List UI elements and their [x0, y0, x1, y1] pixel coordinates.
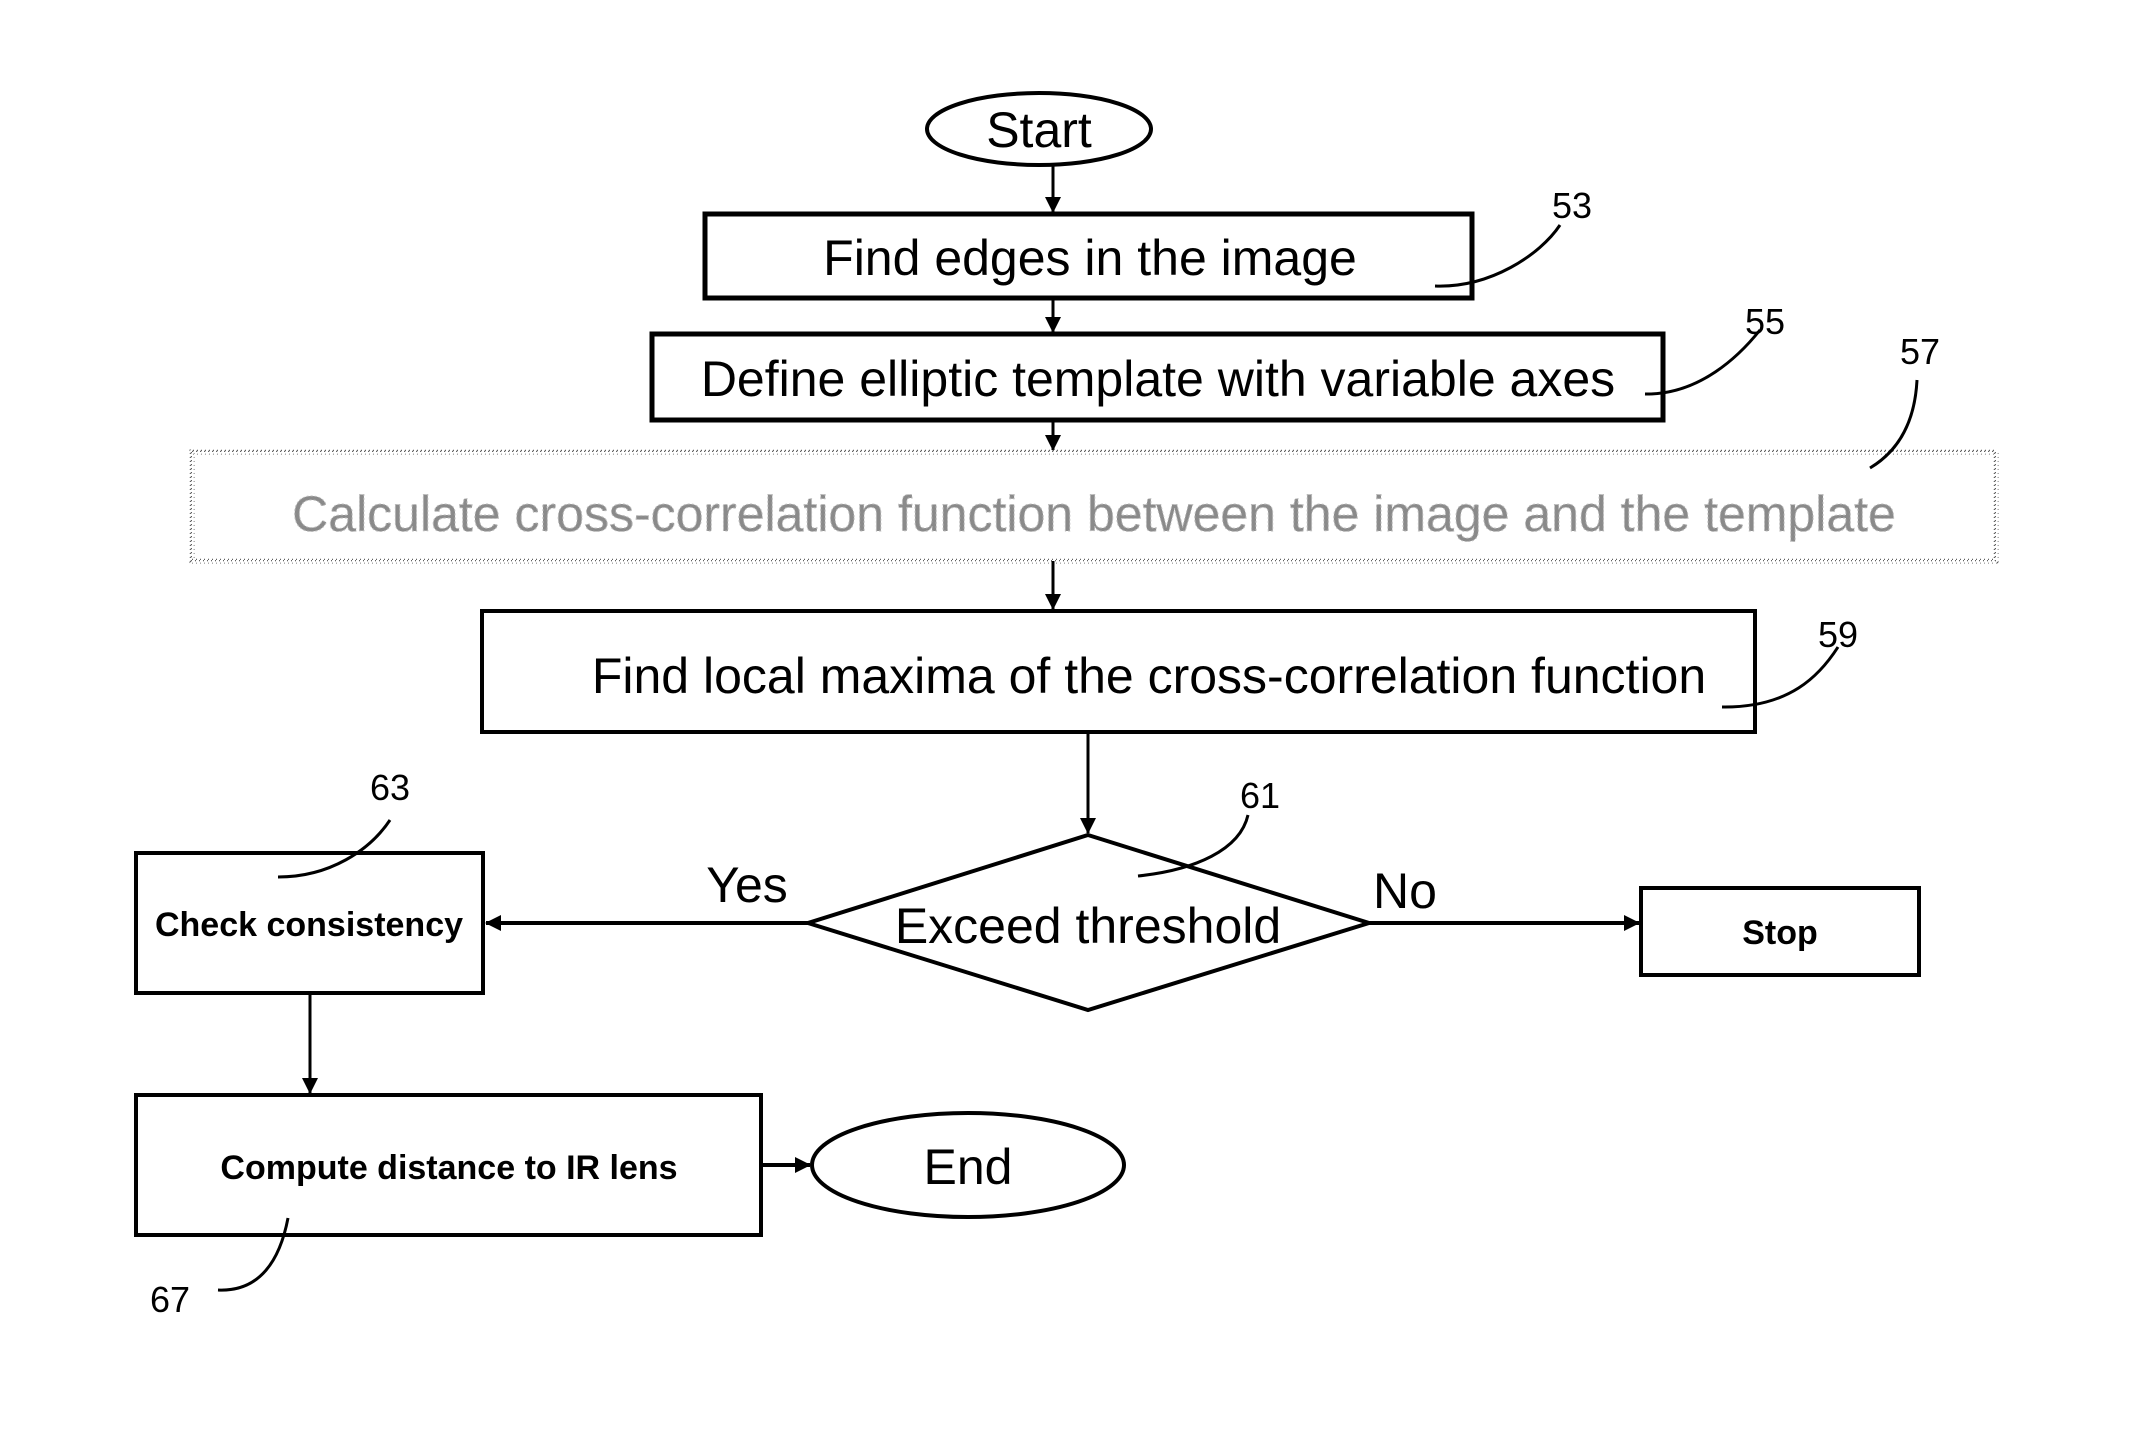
threshold-label: Exceed threshold — [895, 898, 1281, 954]
compute-distance-label: Compute distance to IR lens — [220, 1149, 677, 1187]
local-maxima-label: Find local maxima of the cross-correlati… — [592, 648, 1706, 704]
cross-correlation-label: Calculate cross-correlation function bet… — [292, 486, 1896, 542]
ref-67: 67 — [150, 1279, 190, 1320]
start-label: Start — [986, 102, 1092, 158]
end-node: End — [810, 1111, 1126, 1219]
stop-label: Stop — [1742, 914, 1818, 952]
find-edges-node: Find edges in the image — [702, 211, 1475, 301]
threshold-decision: Exceed threshold — [801, 832, 1376, 1013]
flowchart: Start Find edges in the image 53 Define … — [134, 91, 1999, 1320]
define-template-node: Define elliptic template with variable a… — [649, 331, 1666, 423]
ref-63: 63 — [370, 767, 410, 808]
local-maxima-node: Find local maxima of the cross-correlati… — [480, 609, 1757, 734]
yes-label: Yes — [706, 857, 788, 913]
compute-distance-node: Compute distance to IR lens — [134, 1093, 763, 1237]
ref-57: 57 — [1900, 331, 1940, 372]
ref-55: 55 — [1745, 301, 1785, 342]
ref-59: 59 — [1818, 614, 1858, 655]
start-node: Start — [925, 91, 1153, 167]
no-label: No — [1373, 863, 1437, 919]
define-template-label: Define elliptic template with variable a… — [701, 351, 1615, 407]
ref-53: 53 — [1552, 185, 1592, 226]
find-edges-label: Find edges in the image — [823, 230, 1357, 286]
ref-61: 61 — [1240, 775, 1280, 816]
check-consistency-label: Check consistency — [155, 906, 463, 944]
cross-correlation-node: Calculate cross-correlation function bet… — [189, 449, 1999, 564]
end-label: End — [924, 1139, 1013, 1195]
stop-node: Stop — [1639, 886, 1921, 977]
